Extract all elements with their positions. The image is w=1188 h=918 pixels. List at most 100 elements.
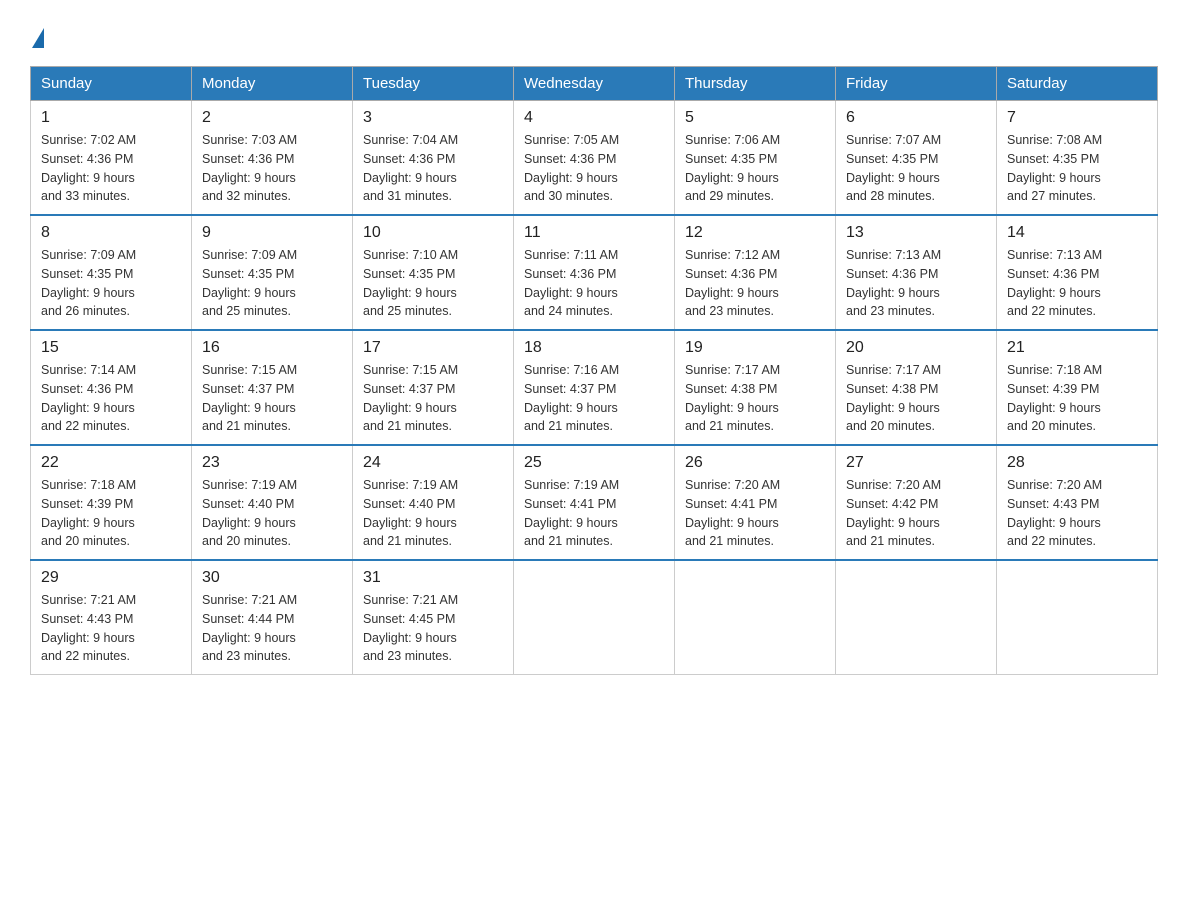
calendar-week-1: 1 Sunrise: 7:02 AM Sunset: 4:36 PM Dayli…	[31, 101, 1158, 216]
calendar-cell: 24 Sunrise: 7:19 AM Sunset: 4:40 PM Dayl…	[353, 445, 514, 560]
day-info: Sunrise: 7:07 AM Sunset: 4:35 PM Dayligh…	[846, 131, 986, 206]
day-info: Sunrise: 7:03 AM Sunset: 4:36 PM Dayligh…	[202, 131, 342, 206]
day-info: Sunrise: 7:21 AM Sunset: 4:45 PM Dayligh…	[363, 591, 503, 666]
calendar-cell: 3 Sunrise: 7:04 AM Sunset: 4:36 PM Dayli…	[353, 101, 514, 216]
calendar-cell: 17 Sunrise: 7:15 AM Sunset: 4:37 PM Dayl…	[353, 330, 514, 445]
day-number: 10	[363, 224, 503, 242]
calendar-cell: 20 Sunrise: 7:17 AM Sunset: 4:38 PM Dayl…	[836, 330, 997, 445]
day-info: Sunrise: 7:11 AM Sunset: 4:36 PM Dayligh…	[524, 246, 664, 321]
day-number: 26	[685, 454, 825, 472]
logo-text	[30, 28, 46, 48]
calendar-cell: 15 Sunrise: 7:14 AM Sunset: 4:36 PM Dayl…	[31, 330, 192, 445]
day-info: Sunrise: 7:15 AM Sunset: 4:37 PM Dayligh…	[363, 361, 503, 436]
header-day-thursday: Thursday	[675, 67, 836, 101]
calendar-cell: 5 Sunrise: 7:06 AM Sunset: 4:35 PM Dayli…	[675, 101, 836, 216]
day-number: 24	[363, 454, 503, 472]
day-number: 4	[524, 109, 664, 127]
calendar-cell: 7 Sunrise: 7:08 AM Sunset: 4:35 PM Dayli…	[997, 101, 1158, 216]
calendar-cell: 29 Sunrise: 7:21 AM Sunset: 4:43 PM Dayl…	[31, 560, 192, 675]
calendar-cell: 12 Sunrise: 7:12 AM Sunset: 4:36 PM Dayl…	[675, 215, 836, 330]
day-info: Sunrise: 7:08 AM Sunset: 4:35 PM Dayligh…	[1007, 131, 1147, 206]
day-number: 23	[202, 454, 342, 472]
day-number: 3	[363, 109, 503, 127]
day-number: 15	[41, 339, 181, 357]
logo-triangle-icon	[32, 28, 44, 48]
calendar-cell: 30 Sunrise: 7:21 AM Sunset: 4:44 PM Dayl…	[192, 560, 353, 675]
day-info: Sunrise: 7:09 AM Sunset: 4:35 PM Dayligh…	[202, 246, 342, 321]
day-info: Sunrise: 7:17 AM Sunset: 4:38 PM Dayligh…	[685, 361, 825, 436]
calendar-cell: 23 Sunrise: 7:19 AM Sunset: 4:40 PM Dayl…	[192, 445, 353, 560]
calendar-cell: 28 Sunrise: 7:20 AM Sunset: 4:43 PM Dayl…	[997, 445, 1158, 560]
day-number: 11	[524, 224, 664, 242]
day-number: 21	[1007, 339, 1147, 357]
calendar-cell: 25 Sunrise: 7:19 AM Sunset: 4:41 PM Dayl…	[514, 445, 675, 560]
header-row: SundayMondayTuesdayWednesdayThursdayFrid…	[31, 67, 1158, 101]
calendar-cell: 19 Sunrise: 7:17 AM Sunset: 4:38 PM Dayl…	[675, 330, 836, 445]
day-info: Sunrise: 7:20 AM Sunset: 4:41 PM Dayligh…	[685, 476, 825, 551]
day-number: 14	[1007, 224, 1147, 242]
calendar-cell	[514, 560, 675, 675]
day-info: Sunrise: 7:05 AM Sunset: 4:36 PM Dayligh…	[524, 131, 664, 206]
calendar-cell: 22 Sunrise: 7:18 AM Sunset: 4:39 PM Dayl…	[31, 445, 192, 560]
day-number: 28	[1007, 454, 1147, 472]
header-day-wednesday: Wednesday	[514, 67, 675, 101]
day-number: 16	[202, 339, 342, 357]
header-day-monday: Monday	[192, 67, 353, 101]
calendar-cell: 2 Sunrise: 7:03 AM Sunset: 4:36 PM Dayli…	[192, 101, 353, 216]
calendar-cell: 13 Sunrise: 7:13 AM Sunset: 4:36 PM Dayl…	[836, 215, 997, 330]
day-number: 17	[363, 339, 503, 357]
calendar-week-4: 22 Sunrise: 7:18 AM Sunset: 4:39 PM Dayl…	[31, 445, 1158, 560]
calendar-cell: 10 Sunrise: 7:10 AM Sunset: 4:35 PM Dayl…	[353, 215, 514, 330]
calendar-cell: 26 Sunrise: 7:20 AM Sunset: 4:41 PM Dayl…	[675, 445, 836, 560]
day-info: Sunrise: 7:13 AM Sunset: 4:36 PM Dayligh…	[846, 246, 986, 321]
calendar-table: SundayMondayTuesdayWednesdayThursdayFrid…	[30, 66, 1158, 675]
day-number: 19	[685, 339, 825, 357]
day-number: 22	[41, 454, 181, 472]
calendar-cell	[997, 560, 1158, 675]
day-info: Sunrise: 7:09 AM Sunset: 4:35 PM Dayligh…	[41, 246, 181, 321]
calendar-cell: 8 Sunrise: 7:09 AM Sunset: 4:35 PM Dayli…	[31, 215, 192, 330]
day-number: 30	[202, 569, 342, 587]
day-info: Sunrise: 7:06 AM Sunset: 4:35 PM Dayligh…	[685, 131, 825, 206]
calendar-cell: 6 Sunrise: 7:07 AM Sunset: 4:35 PM Dayli…	[836, 101, 997, 216]
header-day-tuesday: Tuesday	[353, 67, 514, 101]
calendar-cell: 16 Sunrise: 7:15 AM Sunset: 4:37 PM Dayl…	[192, 330, 353, 445]
day-number: 7	[1007, 109, 1147, 127]
day-number: 2	[202, 109, 342, 127]
header-day-sunday: Sunday	[31, 67, 192, 101]
calendar-cell: 31 Sunrise: 7:21 AM Sunset: 4:45 PM Dayl…	[353, 560, 514, 675]
calendar-body: 1 Sunrise: 7:02 AM Sunset: 4:36 PM Dayli…	[31, 101, 1158, 675]
day-info: Sunrise: 7:13 AM Sunset: 4:36 PM Dayligh…	[1007, 246, 1147, 321]
calendar-week-3: 15 Sunrise: 7:14 AM Sunset: 4:36 PM Dayl…	[31, 330, 1158, 445]
day-info: Sunrise: 7:15 AM Sunset: 4:37 PM Dayligh…	[202, 361, 342, 436]
calendar-cell: 21 Sunrise: 7:18 AM Sunset: 4:39 PM Dayl…	[997, 330, 1158, 445]
day-number: 20	[846, 339, 986, 357]
day-info: Sunrise: 7:21 AM Sunset: 4:43 PM Dayligh…	[41, 591, 181, 666]
calendar-cell: 1 Sunrise: 7:02 AM Sunset: 4:36 PM Dayli…	[31, 101, 192, 216]
day-info: Sunrise: 7:18 AM Sunset: 4:39 PM Dayligh…	[41, 476, 181, 551]
day-info: Sunrise: 7:20 AM Sunset: 4:43 PM Dayligh…	[1007, 476, 1147, 551]
day-number: 9	[202, 224, 342, 242]
day-number: 25	[524, 454, 664, 472]
day-info: Sunrise: 7:12 AM Sunset: 4:36 PM Dayligh…	[685, 246, 825, 321]
day-info: Sunrise: 7:18 AM Sunset: 4:39 PM Dayligh…	[1007, 361, 1147, 436]
calendar-cell: 27 Sunrise: 7:20 AM Sunset: 4:42 PM Dayl…	[836, 445, 997, 560]
calendar-cell: 9 Sunrise: 7:09 AM Sunset: 4:35 PM Dayli…	[192, 215, 353, 330]
day-number: 13	[846, 224, 986, 242]
calendar-cell: 11 Sunrise: 7:11 AM Sunset: 4:36 PM Dayl…	[514, 215, 675, 330]
header-day-saturday: Saturday	[997, 67, 1158, 101]
day-info: Sunrise: 7:16 AM Sunset: 4:37 PM Dayligh…	[524, 361, 664, 436]
day-info: Sunrise: 7:04 AM Sunset: 4:36 PM Dayligh…	[363, 131, 503, 206]
calendar-header: SundayMondayTuesdayWednesdayThursdayFrid…	[31, 67, 1158, 101]
day-number: 5	[685, 109, 825, 127]
header-day-friday: Friday	[836, 67, 997, 101]
calendar-cell: 4 Sunrise: 7:05 AM Sunset: 4:36 PM Dayli…	[514, 101, 675, 216]
day-info: Sunrise: 7:14 AM Sunset: 4:36 PM Dayligh…	[41, 361, 181, 436]
day-info: Sunrise: 7:19 AM Sunset: 4:40 PM Dayligh…	[202, 476, 342, 551]
calendar-cell: 18 Sunrise: 7:16 AM Sunset: 4:37 PM Dayl…	[514, 330, 675, 445]
day-number: 18	[524, 339, 664, 357]
logo	[30, 28, 46, 50]
calendar-week-2: 8 Sunrise: 7:09 AM Sunset: 4:35 PM Dayli…	[31, 215, 1158, 330]
day-number: 6	[846, 109, 986, 127]
calendar-cell	[836, 560, 997, 675]
